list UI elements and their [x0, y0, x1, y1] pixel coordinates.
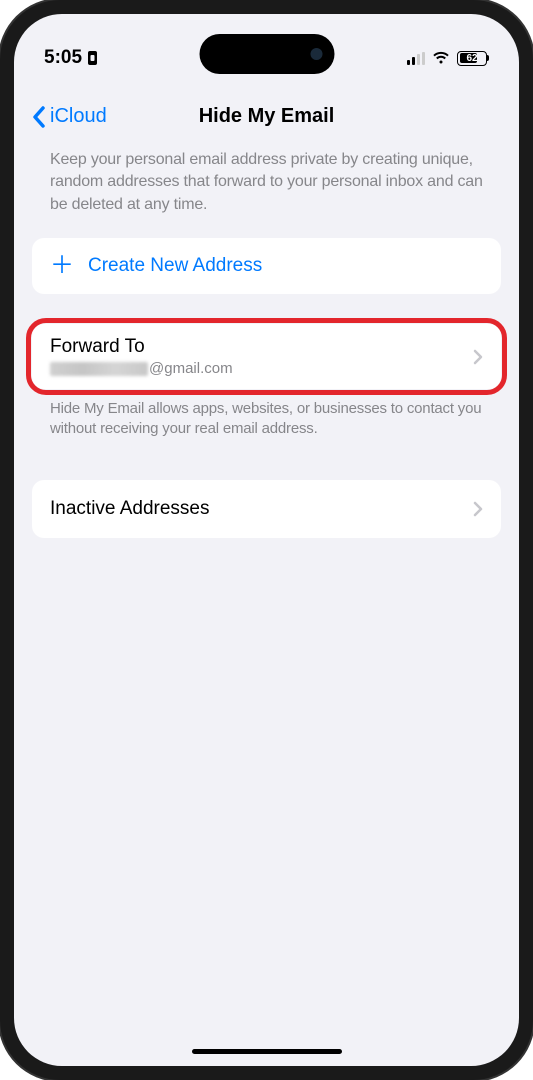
forward-to-section: Forward To @gmail.com: [32, 324, 501, 389]
content-area: Keep your personal email address private…: [14, 139, 519, 538]
page-title: Hide My Email: [199, 105, 335, 128]
forward-email-domain: @gmail.com: [149, 360, 233, 377]
screen: 5:05 62: [14, 14, 519, 1066]
chevron-left-icon: [32, 106, 46, 128]
forward-footer-text: Hide My Email allows apps, websites, or …: [32, 389, 501, 440]
chevron-right-icon: [473, 501, 483, 517]
status-indicators: 62: [407, 51, 489, 66]
inactive-addresses-button[interactable]: Inactive Addresses: [32, 480, 501, 538]
back-button[interactable]: iCloud: [32, 105, 107, 128]
chevron-right-icon: [473, 349, 483, 365]
back-label: iCloud: [50, 105, 107, 128]
sim-icon: [86, 50, 99, 66]
battery-percent: 62: [466, 53, 477, 64]
inactive-title: Inactive Addresses: [50, 498, 209, 520]
create-new-address-button[interactable]: ＋ Create New Address: [32, 238, 501, 294]
status-time-area: 5:05: [44, 47, 99, 69]
redacted-email-prefix: [50, 362, 148, 376]
forward-title: Forward To: [50, 336, 233, 358]
camera-dot: [310, 48, 322, 60]
wifi-icon: [432, 51, 450, 65]
plus-icon: ＋: [50, 254, 74, 278]
dynamic-island: [199, 34, 334, 74]
status-time: 5:05: [44, 47, 82, 69]
header-description: Keep your personal email address private…: [32, 149, 501, 238]
forward-to-button[interactable]: Forward To @gmail.com: [32, 324, 501, 389]
create-label: Create New Address: [88, 255, 262, 277]
forward-email-value: @gmail.com: [50, 360, 233, 377]
home-indicator[interactable]: [192, 1049, 342, 1054]
cellular-icon: [407, 52, 425, 65]
battery-icon: 62: [457, 51, 489, 66]
phone-frame: 5:05 62: [0, 0, 533, 1080]
